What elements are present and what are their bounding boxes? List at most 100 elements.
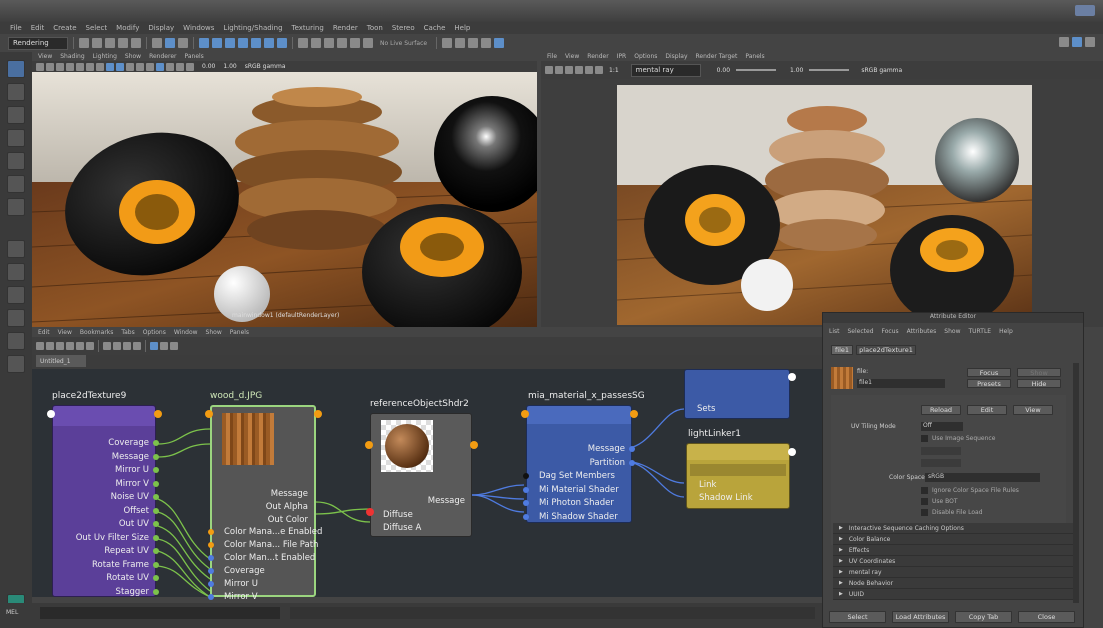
reload-button[interactable]: Reload [921, 405, 961, 415]
place2d-attr-port[interactable] [153, 507, 159, 514]
node-editor-menu-item[interactable]: Options [143, 329, 166, 336]
custom-mode-icon[interactable] [133, 342, 141, 350]
menu-item[interactable]: Create [53, 24, 76, 32]
ae-section-header[interactable]: ▶ Interactive Sequence Caching Options [833, 523, 1073, 534]
color-space-dropdown[interactable]: sRGB [925, 473, 1040, 482]
viewport-menu-item[interactable]: Lighting [93, 53, 117, 60]
swatch-icon[interactable] [160, 342, 168, 350]
frame-offset-field[interactable] [921, 459, 961, 467]
mia-input-port[interactable] [521, 410, 529, 418]
menu-item[interactable]: Display [148, 24, 174, 32]
select-deformations-icon[interactable] [251, 38, 261, 48]
menu-item[interactable]: Render [333, 24, 358, 32]
perspective-viewport[interactable]: View Shading Lighting Show Renderer Panels 0.… [32, 52, 537, 327]
ae-menu-item[interactable]: Attributes [907, 328, 937, 335]
side-by-side-layout-icon[interactable] [7, 286, 25, 304]
mia-attr-port[interactable] [629, 459, 635, 466]
mia-attr-port[interactable] [523, 513, 529, 520]
image-plane-icon[interactable] [66, 62, 74, 71]
node-editor-menu-item[interactable]: View [58, 329, 72, 336]
select-component-icon[interactable] [178, 38, 188, 48]
node-sets[interactable]: Sets [684, 369, 790, 419]
attribute-editor-scrollbar[interactable] [1073, 363, 1079, 603]
wood-input-attr-port[interactable] [208, 581, 214, 587]
ae-bottom-button[interactable]: Load Attributes [892, 611, 949, 623]
scale-tool-icon[interactable] [7, 175, 25, 193]
ssao-icon[interactable] [176, 62, 184, 71]
ignore-cs-checkbox[interactable] [921, 487, 928, 494]
menu-item[interactable]: Windows [183, 24, 214, 32]
ae-section-header[interactable]: ▶ Effects [833, 545, 1073, 556]
ae-bottom-button[interactable]: Close [1018, 611, 1075, 623]
hide-button[interactable]: Hide [1017, 379, 1061, 388]
motion-blur-icon[interactable] [186, 62, 194, 71]
node-wood-texture[interactable]: Message Out Alpha Out Color Color Mana...e… [208, 405, 322, 602]
file-name-field[interactable]: file1 [857, 379, 945, 388]
snap-view-icon[interactable] [350, 38, 360, 48]
new-scene-icon[interactable] [79, 38, 89, 48]
select-handles-icon[interactable] [199, 38, 209, 48]
render-menu-item[interactable]: View [565, 53, 579, 60]
wireframe-icon[interactable] [106, 62, 114, 71]
menu-set-dropdown[interactable]: Rendering [8, 36, 68, 50]
menu-item[interactable]: Modify [116, 24, 139, 32]
mia-attr-port[interactable] [629, 446, 635, 452]
redo-render-icon[interactable] [545, 66, 553, 74]
render-menu-item[interactable]: Panels [745, 53, 764, 60]
place2d-attr-port[interactable] [153, 561, 159, 568]
use-bot-checkbox[interactable] [921, 498, 928, 505]
ratio-label[interactable]: 1:1 [609, 67, 619, 74]
graph-output-icon[interactable] [46, 342, 54, 350]
place2d-output-port[interactable] [154, 410, 162, 418]
uv-tiling-dropdown[interactable]: Off [921, 422, 963, 431]
place2d-attr-port[interactable] [153, 440, 159, 446]
select-joints-icon[interactable] [212, 38, 222, 48]
ae-bottom-button[interactable]: Copy Tab [955, 611, 1012, 623]
render-menu-item[interactable]: Render Target [696, 53, 738, 60]
hypershade-icon[interactable] [494, 38, 505, 48]
wood-input-attr-port[interactable] [208, 529, 214, 535]
lasso-tool-icon[interactable] [7, 83, 25, 101]
node-editor-menu-item[interactable]: Panels [230, 329, 249, 336]
hypershade-layout-icon[interactable] [7, 355, 25, 373]
snap-live-icon[interactable] [363, 38, 373, 48]
render-menu-item[interactable]: Display [665, 53, 687, 60]
camera-icon[interactable] [36, 62, 44, 71]
reference-input-port[interactable] [365, 441, 373, 449]
node-reference-shader[interactable]: Message Diffuse Diffuse A [370, 413, 472, 537]
node-lightlinker[interactable]: Link Shadow Link [686, 443, 790, 509]
tab-file1[interactable]: file1 [831, 345, 853, 355]
ae-menu-item[interactable]: TURTLE [968, 328, 991, 335]
xray-icon[interactable] [156, 62, 164, 71]
menu-item[interactable]: Stereo [392, 24, 415, 32]
ae-bottom-button[interactable]: Select [829, 611, 886, 623]
sets-output-port[interactable] [788, 373, 796, 381]
ae-menu-item[interactable]: Selected [848, 328, 874, 335]
undo-icon[interactable] [118, 38, 128, 48]
render-exposure-value[interactable]: 0.00 [717, 67, 730, 74]
connected-mode-icon[interactable] [113, 342, 121, 350]
wood-input-attr-port[interactable] [208, 542, 214, 548]
place2d-input-port[interactable] [47, 410, 55, 418]
attribute-editor-toggle-icon[interactable] [1072, 37, 1082, 47]
view-button[interactable]: View [1013, 405, 1053, 415]
render-gamma-value[interactable]: 1.00 [790, 67, 803, 74]
film-gate-icon[interactable] [86, 62, 94, 71]
menu-item[interactable]: Lighting/Shading [223, 24, 282, 32]
viewport-menu-item[interactable]: Renderer [149, 53, 176, 60]
viewport-menu-item[interactable]: Show [125, 53, 141, 60]
grid-snap-icon[interactable] [150, 342, 158, 350]
ae-menu-item[interactable]: List [829, 328, 840, 335]
single-perspective-layout-icon[interactable] [7, 240, 25, 258]
rgb-icon[interactable] [585, 66, 593, 74]
ae-section-header[interactable]: ▶ Node Behavior [833, 578, 1073, 589]
reference-output-port[interactable] [470, 441, 478, 449]
node-editor-menu-item[interactable]: Bookmarks [80, 329, 114, 336]
select-dynamics-icon[interactable] [264, 38, 274, 48]
render-view[interactable]: File View Render IPR Options Display Render Ta… [541, 52, 1103, 327]
channel-box-toggle-icon[interactable] [1085, 37, 1095, 47]
tab-place2dtexture1[interactable]: place2dTexture1 [856, 345, 916, 355]
lightlinker-output-port[interactable] [788, 448, 796, 456]
render-menu-item[interactable]: IPR [617, 53, 627, 60]
menu-item[interactable]: Cache [424, 24, 446, 32]
